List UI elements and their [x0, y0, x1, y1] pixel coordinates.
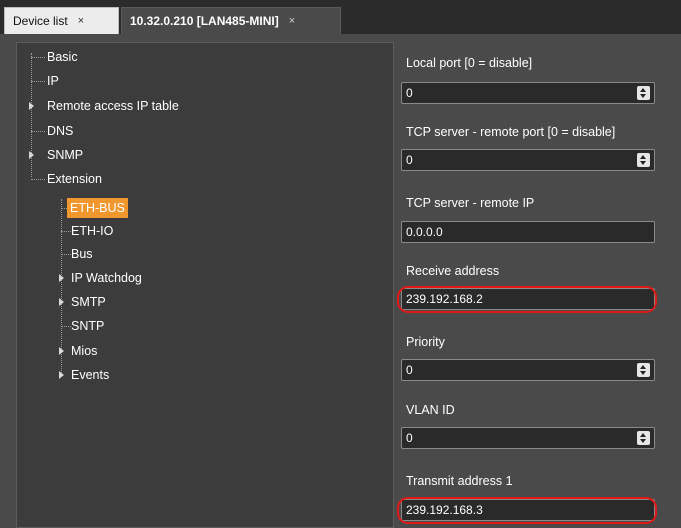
tree-item-events[interactable]: Events — [17, 365, 387, 385]
settings-tree: Basic IP Remote access IP table DNS SNMP… — [16, 42, 394, 528]
vlan-id-stepper[interactable]: 0 — [401, 427, 655, 449]
tcp-remote-ip-value: 0.0.0.0 — [406, 225, 443, 239]
tab-device-list[interactable]: Device list × — [4, 7, 119, 34]
local-port-stepper[interactable]: 0 — [401, 82, 655, 104]
tcp-remote-port-label: TCP server - remote port [0 = disable] — [406, 125, 616, 139]
spinner-icon[interactable] — [637, 363, 650, 377]
tree-item-label: SNTP — [71, 319, 105, 333]
receive-address-label: Receive address — [406, 264, 500, 278]
expand-arrow-icon[interactable] — [59, 347, 64, 355]
tree-item-label: Basic — [47, 50, 78, 64]
tree-item-label: Extension — [47, 172, 102, 186]
tree-item-smtp[interactable]: SMTP — [17, 292, 387, 312]
tree-item-mios[interactable]: Mios — [17, 341, 387, 361]
tree-item-label-selected: ETH-BUS — [67, 198, 128, 218]
tree-item-basic[interactable]: Basic — [17, 47, 387, 67]
tab-bar: Device list × 10.32.0.210 [LAN485-MINI] … — [0, 0, 681, 34]
tree-item-label: Mios — [71, 344, 98, 358]
close-icon[interactable]: × — [78, 15, 84, 27]
expand-arrow-icon[interactable] — [29, 151, 34, 159]
tree-item-label: IP — [47, 74, 59, 88]
tree-item-label: SMTP — [71, 295, 106, 309]
tree-item-extension[interactable]: Extension — [17, 169, 387, 189]
vlan-id-value: 0 — [406, 431, 413, 445]
tree-item-label: Remote access IP table — [47, 99, 179, 113]
transmit-address-1-label: Transmit address 1 — [406, 474, 513, 488]
expand-arrow-icon[interactable] — [59, 274, 64, 282]
tcp-remote-ip-field[interactable]: 0.0.0.0 — [401, 221, 655, 243]
receive-address-field[interactable]: 239.192.168.2 — [401, 288, 655, 310]
tcp-remote-ip-label: TCP server - remote IP — [406, 196, 535, 210]
local-port-value: 0 — [406, 86, 413, 100]
tree-item-eth-bus[interactable]: ETH-BUS — [17, 198, 387, 218]
priority-stepper[interactable]: 0 — [401, 359, 655, 381]
receive-address-value: 239.192.168.2 — [406, 292, 483, 306]
tree-item-label: ETH-IO — [71, 224, 114, 238]
tree-item-label: DNS — [47, 124, 74, 138]
priority-label: Priority — [406, 335, 445, 349]
tree-item-label: SNMP — [47, 148, 84, 162]
expand-arrow-icon[interactable] — [59, 371, 64, 379]
tree-item-sntp[interactable]: SNTP — [17, 316, 387, 336]
expand-arrow-icon[interactable] — [59, 298, 64, 306]
tcp-remote-port-stepper[interactable]: 0 — [401, 149, 655, 171]
tree-item-ip-watchdog[interactable]: IP Watchdog — [17, 268, 387, 288]
tree-item-dns[interactable]: DNS — [17, 121, 387, 141]
tab-device-settings[interactable]: 10.32.0.210 [LAN485-MINI] × — [121, 7, 341, 34]
tree-item-label: Bus — [71, 247, 93, 261]
tree-item-label: IP Watchdog — [71, 271, 142, 285]
tab-device-list-label: Device list — [13, 14, 68, 28]
spinner-icon[interactable] — [637, 153, 650, 167]
tree-item-bus[interactable]: Bus — [17, 244, 387, 264]
priority-value: 0 — [406, 363, 413, 377]
vlan-id-label: VLAN ID — [406, 403, 455, 417]
spinner-icon[interactable] — [637, 431, 650, 445]
transmit-address-1-field[interactable]: 239.192.168.3 — [401, 499, 655, 521]
tcp-remote-port-value: 0 — [406, 153, 413, 167]
tab-device-settings-label: 10.32.0.210 [LAN485-MINI] — [130, 14, 279, 28]
tree-item-snmp[interactable]: SNMP — [17, 145, 387, 165]
tree-item-eth-io[interactable]: ETH-IO — [17, 221, 387, 241]
expand-arrow-icon[interactable] — [29, 102, 34, 110]
tree-item-remote-access[interactable]: Remote access IP table — [17, 96, 387, 116]
tree-item-ip[interactable]: IP — [17, 71, 387, 91]
close-icon[interactable]: × — [289, 15, 295, 27]
spinner-icon[interactable] — [637, 86, 650, 100]
transmit-address-1-value: 239.192.168.3 — [406, 503, 483, 517]
local-port-label: Local port [0 = disable] — [406, 56, 533, 70]
tree-item-label: Events — [71, 368, 110, 382]
